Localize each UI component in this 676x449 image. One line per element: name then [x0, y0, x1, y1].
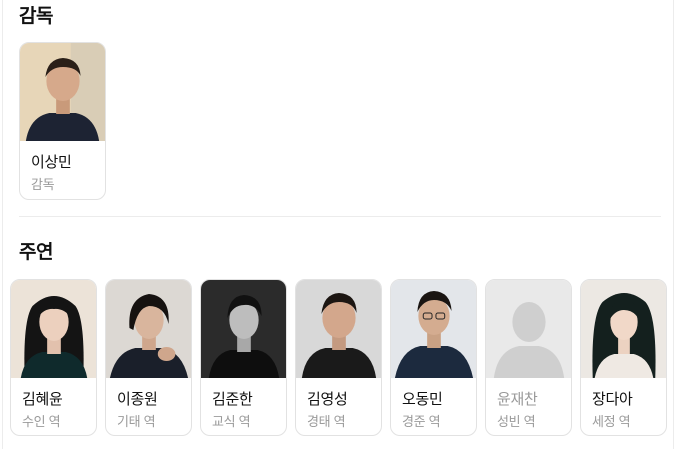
person-photo [20, 43, 105, 141]
person-name: 김혜윤 [22, 391, 63, 408]
person-role: 기태 역 [117, 414, 156, 429]
person-role: 경태 역 [307, 414, 346, 429]
person-name: 윤재찬 [497, 391, 538, 408]
person-name: 이종원 [117, 391, 158, 408]
person-name: 장다아 [592, 391, 633, 408]
person-card-cast[interactable]: 이종원 기태 역 [105, 279, 192, 436]
person-card-director[interactable]: 이상민 감독 [19, 42, 106, 200]
person-name: 김준한 [212, 391, 253, 408]
person-card-cast[interactable]: 김영성 경태 역 [295, 279, 382, 436]
person-placeholder-icon [486, 280, 571, 378]
person-role: 수인 역 [22, 414, 61, 429]
person-card-cast[interactable]: 장다아 세정 역 [580, 279, 667, 436]
person-name: 오동민 [402, 391, 443, 408]
person-photo [106, 280, 191, 378]
person-name: 이상민 [31, 154, 72, 171]
person-photo [296, 280, 381, 378]
person-card-cast[interactable]: 김혜윤 수인 역 [10, 279, 97, 436]
person-photo [11, 280, 96, 378]
person-role: 세정 역 [592, 414, 631, 429]
person-card-cast[interactable]: 김준한 교식 역 [200, 279, 287, 436]
director-section-title: 감독 [19, 6, 53, 27]
person-photo [581, 280, 666, 378]
credits-panel: 감독 이상민 감독 주연 김혜윤 수인 역 이종원 기태 역 김준한 교식 역 … [2, 0, 674, 449]
person-role: 감독 [31, 177, 55, 192]
person-photo [391, 280, 476, 378]
person-role: 성빈 역 [497, 414, 536, 429]
cast-section-title: 주연 [19, 242, 53, 263]
person-role: 교식 역 [212, 414, 251, 429]
person-role: 경준 역 [402, 414, 441, 429]
section-divider [19, 216, 661, 217]
person-card-cast[interactable]: 윤재찬 성빈 역 [485, 279, 572, 436]
person-name: 김영성 [307, 391, 348, 408]
person-card-cast[interactable]: 오동민 경준 역 [390, 279, 477, 436]
person-photo [201, 280, 286, 378]
